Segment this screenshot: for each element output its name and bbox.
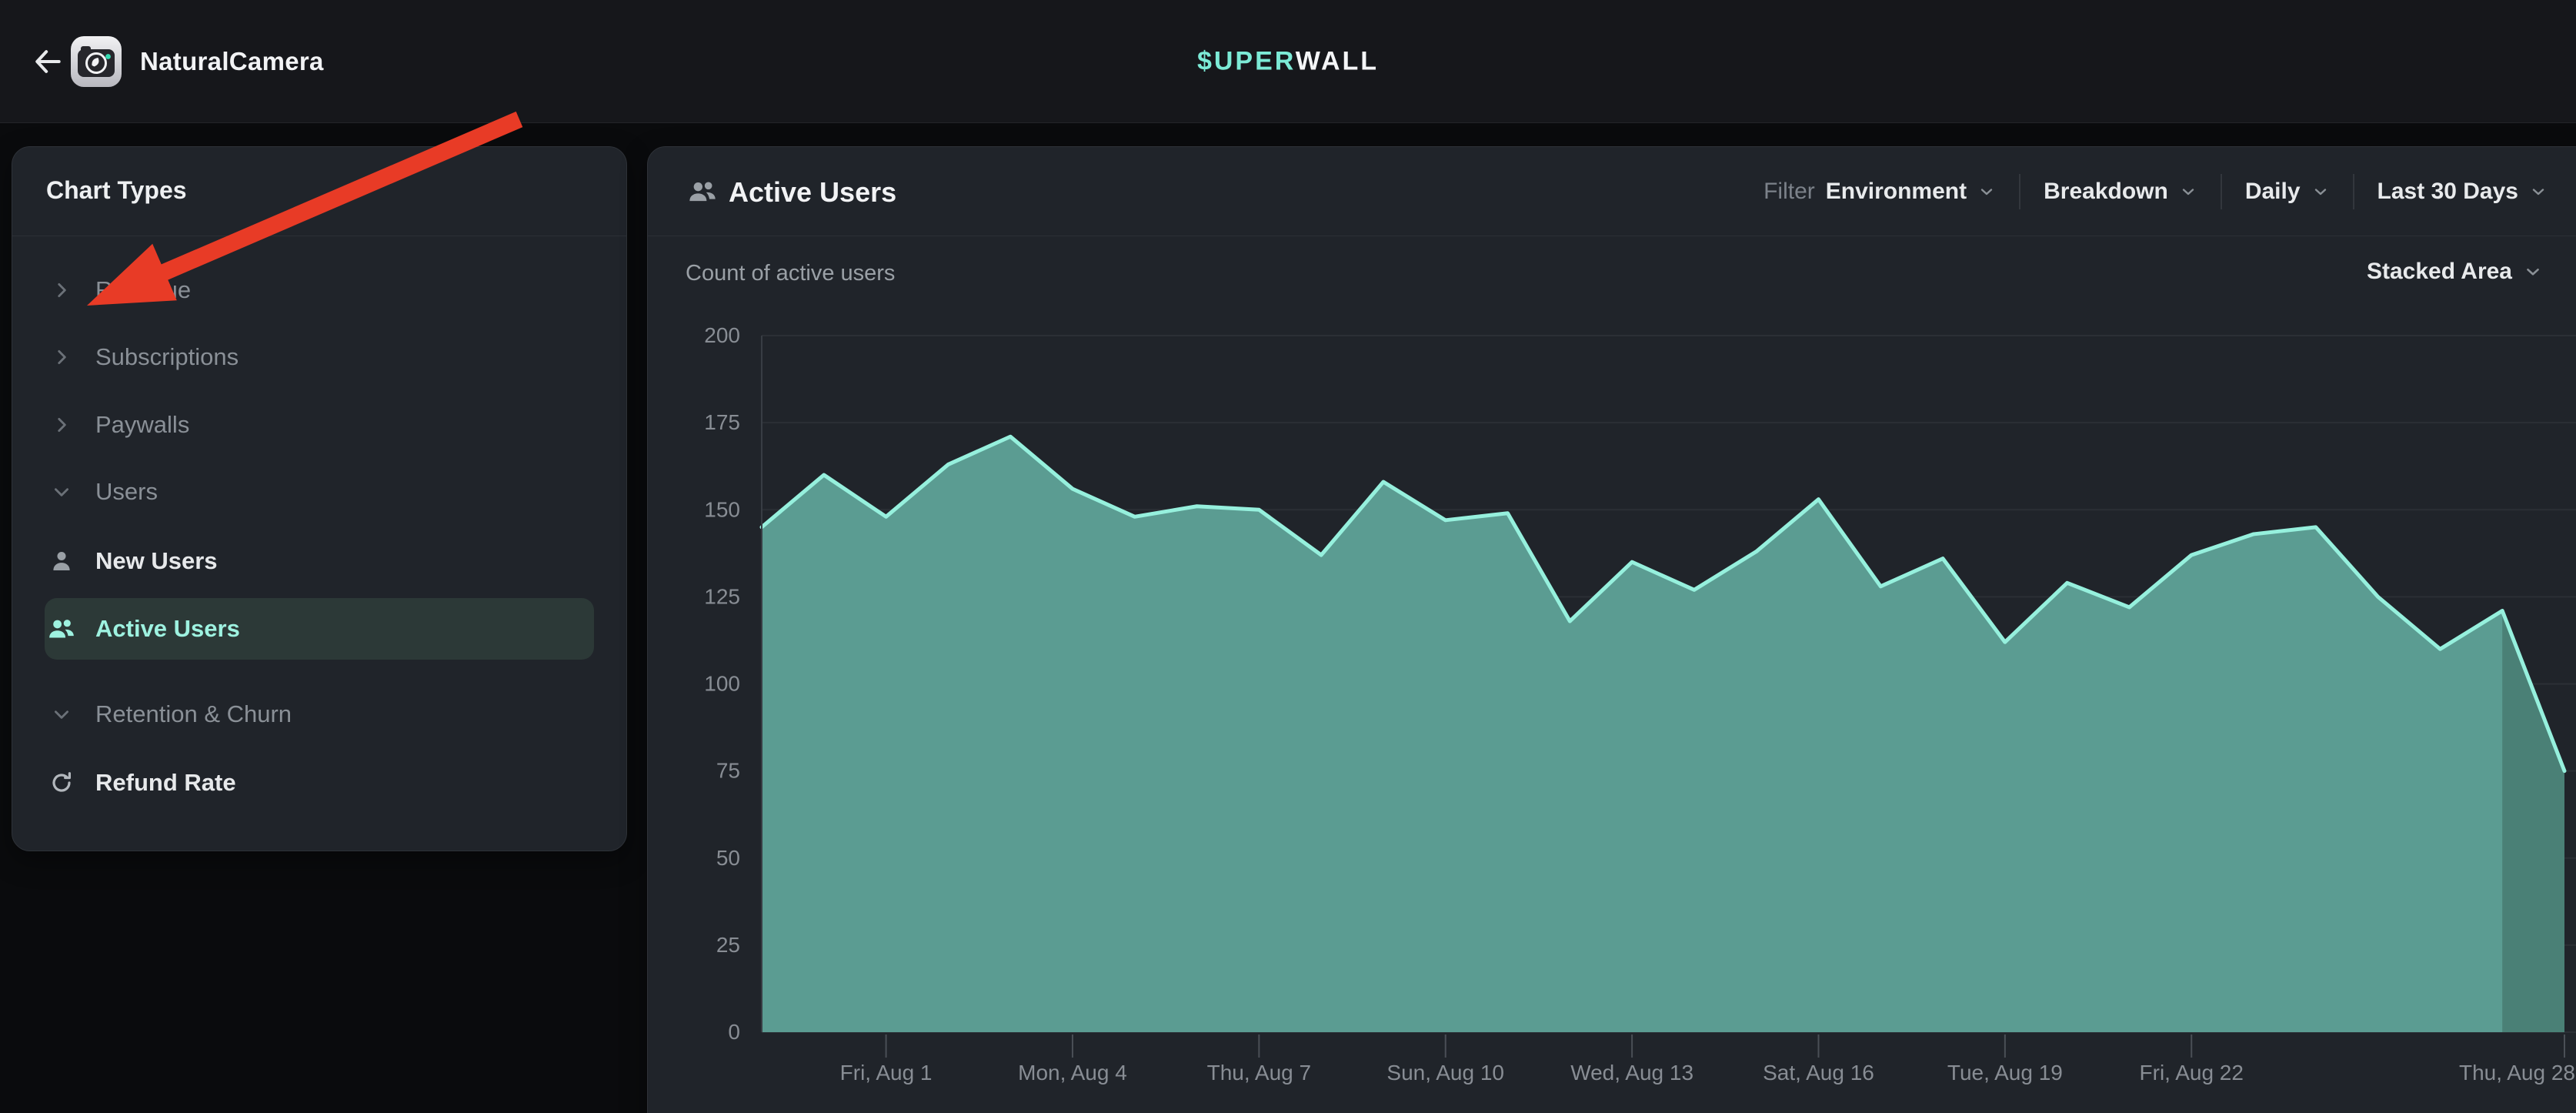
sidebar-item-label: Subscriptions [95,343,239,371]
x-axis-label: Fri, Aug 1 [840,1061,933,1085]
x-axis-label: Thu, Aug 28 [2459,1061,2575,1085]
y-axis-label: 175 [704,410,740,434]
y-axis-label: 150 [704,497,740,521]
chevron-right-icon [45,347,78,367]
chevron-down-icon [45,704,78,724]
sidebar-item-revenue[interactable]: Revenue [45,259,594,321]
y-axis-label: 200 [704,323,740,347]
sidebar-item-retention-churn[interactable]: Retention & Churn [45,684,594,745]
x-axis-label: Fri, Aug 22 [2140,1061,2244,1085]
sidebar-item-label: Revenue [95,276,191,304]
camera-app-icon [71,36,122,87]
x-axis-label: Mon, Aug 4 [1018,1061,1127,1085]
sidebar-item-subscriptions[interactable]: Subscriptions [45,326,594,388]
area-fill [762,436,2564,1032]
x-axis-label: Wed, Aug 13 [1570,1061,1693,1085]
x-axis-label: Sun, Aug 10 [1386,1061,1504,1085]
sidebar-item-label: Retention & Churn [95,700,292,728]
superwall-logo: $UPERWALL [1197,46,1379,76]
logo-teal-part: $UPER [1197,46,1296,75]
x-axis-label: Thu, Aug 7 [1207,1061,1311,1085]
sidebar-item-label: Paywalls [95,411,189,439]
logo-white-part: WALL [1296,46,1379,75]
y-axis-label: 0 [728,1020,740,1044]
left-arrow-icon [31,45,65,79]
top-bar: NaturalCamera $UPERWALL [0,0,2576,123]
app-name: NaturalCamera [140,47,324,76]
y-axis-label: 100 [704,672,740,696]
x-axis-label: Tue, Aug 19 [1947,1061,2063,1085]
chevron-down-icon [45,482,78,502]
sidebar-item-new-users[interactable]: New Users [45,530,594,592]
area-fill-incomplete [2502,610,2564,1032]
chevron-right-icon [45,415,78,435]
x-axis-label: Sat, Aug 16 [1763,1061,1874,1085]
back-button[interactable] [26,40,69,83]
chevron-right-icon [45,280,78,300]
chart-types-sidebar: Chart Types Revenue Subscriptions Paywal… [12,146,627,851]
person-icon [45,548,78,574]
sidebar-title: Chart Types [46,176,187,205]
sidebar-item-label: New Users [95,547,218,575]
sidebar-item-label: Refund Rate [95,769,236,797]
sidebar-item-active-users[interactable]: Active Users [45,598,594,660]
sidebar-item-refund-rate[interactable]: Refund Rate [45,752,594,814]
sidebar-item-label: Users [95,478,158,506]
sidebar-item-users[interactable]: Users [45,461,594,523]
sidebar-item-label: Active Users [95,615,240,643]
y-axis-label: 25 [716,933,740,957]
people-icon [45,614,78,643]
y-axis-label: 50 [716,846,740,870]
refresh-icon [45,770,78,795]
active-users-panel: Active Users Filter Environment Breakdow… [647,146,2576,1113]
active-users-area-chart: 0 25 50 75 100 125 150 175 200 Fri, Aug 1 Mon, Aug… [648,147,2576,1113]
sidebar-item-paywalls[interactable]: Paywalls [45,394,594,456]
y-axis-label: 75 [716,759,740,783]
y-axis-label: 125 [704,584,740,608]
